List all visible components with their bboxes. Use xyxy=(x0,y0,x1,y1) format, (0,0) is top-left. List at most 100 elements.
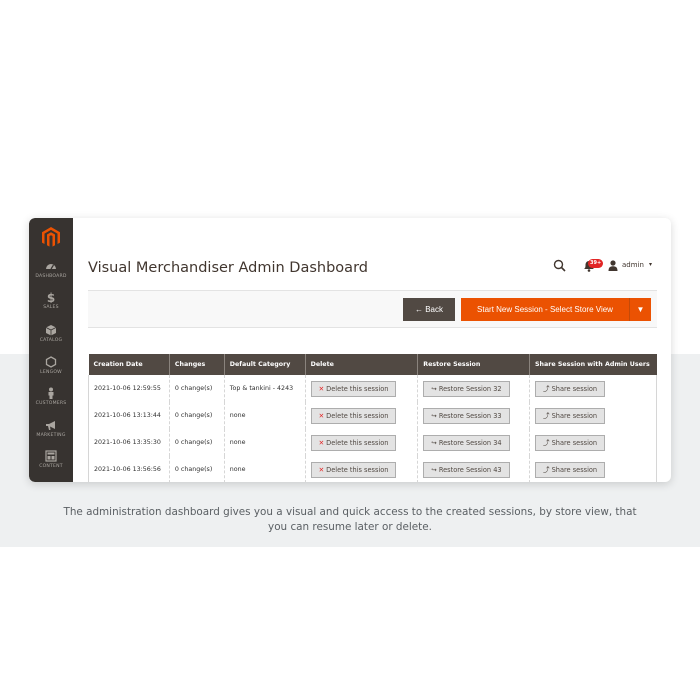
restore-session-button[interactable]: ↪ Restore Session 34 xyxy=(423,434,510,451)
default-category-cell: none xyxy=(223,456,306,482)
user-name: admin xyxy=(622,261,644,269)
delete-session-label: Delete this session xyxy=(326,384,389,393)
restore-session-button[interactable]: ↪ Restore Session 33 xyxy=(423,407,510,424)
start-new-session-label: Start New Session - Select Store View xyxy=(477,305,613,314)
share-cell: ⤴ Share session xyxy=(528,456,658,482)
delete-session-button[interactable]: ✕ Delete this session xyxy=(310,380,397,397)
sidebar-item-label: DASHBOARD xyxy=(35,274,67,279)
share-cell: ⤴ Share session xyxy=(528,375,658,402)
delete-session-button[interactable]: ✕ Delete this session xyxy=(310,461,397,478)
admin-screenshot-card: DASHBOARD $ SALES CATALOG LENGOW CUSTOME… xyxy=(29,218,671,482)
sidebar-item-lengow[interactable]: LENGOW xyxy=(29,356,73,375)
notification-count-badge: 39+ xyxy=(588,259,604,268)
user-icon xyxy=(608,260,618,271)
restore-arrow-icon: ↪ xyxy=(431,384,437,393)
share-session-label: Share session xyxy=(551,411,598,420)
box-icon xyxy=(45,324,57,336)
delete-x-icon: ✕ xyxy=(318,384,325,393)
page-caption: The administration dashboard gives you a… xyxy=(63,506,637,533)
restore-cell: ↪ Restore Session 34 xyxy=(417,429,530,456)
restore-arrow-icon: ↪ xyxy=(431,438,437,447)
sidebar-item-label: CUSTOMERS xyxy=(35,401,67,406)
column-header[interactable]: Restore Session xyxy=(417,354,530,375)
share-session-button[interactable]: ⤴ Share session xyxy=(534,380,606,397)
sidebar-item-sales[interactable]: $ SALES xyxy=(29,291,73,310)
sidebar-item-dashboard[interactable]: DASHBOARD xyxy=(29,260,73,279)
sidebar-item-content[interactable]: CONTENT xyxy=(29,450,73,469)
sidebar: DASHBOARD $ SALES CATALOG LENGOW CUSTOME… xyxy=(29,218,73,482)
start-new-session-button[interactable]: Start New Session - Select Store View ▼ xyxy=(461,298,651,321)
table-header-row: Creation Date Changes Default Category D… xyxy=(88,354,657,375)
table-row: 2021-10-06 13:13:44 0 change(s) none ✕ De… xyxy=(88,402,658,429)
share-arrow-icon: ⤴ xyxy=(542,438,550,447)
restore-arrow-icon: ↪ xyxy=(431,465,437,474)
restore-arrow-icon: ↪ xyxy=(431,411,437,420)
table-row: 2021-10-06 12:59:55 0 change(s) Top & ta… xyxy=(88,375,658,402)
sidebar-item-label: MARKETING xyxy=(36,433,66,438)
sidebar-item-label: LENGOW xyxy=(40,370,62,375)
changes-cell: 0 change(s) xyxy=(168,456,225,482)
restore-session-button[interactable]: ↪ Restore Session 32 xyxy=(423,380,510,397)
restore-session-label: Restore Session 43 xyxy=(438,465,502,474)
sidebar-item-label: CATALOG xyxy=(39,338,63,343)
restore-session-button[interactable]: ↪ Restore Session 43 xyxy=(423,461,510,478)
sidebar-item-customers[interactable]: CUSTOMERS xyxy=(29,387,73,406)
default-category-cell: Top & tankini - 4243 xyxy=(223,375,306,402)
creation-date-cell: 2021-10-06 13:35:30 xyxy=(88,429,170,456)
dollar-icon: $ xyxy=(45,291,57,303)
layout-icon xyxy=(45,450,57,462)
dashboard-icon xyxy=(45,260,57,272)
column-header[interactable]: Creation Date xyxy=(88,354,170,375)
back-button[interactable]: ← Back xyxy=(403,298,455,321)
share-arrow-icon: ⤴ xyxy=(542,384,550,393)
creation-date-cell: 2021-10-06 12:59:55 xyxy=(88,375,170,402)
delete-cell: ✕ Delete this session xyxy=(304,402,418,429)
changes-cell: 0 change(s) xyxy=(168,375,225,402)
delete-x-icon: ✕ xyxy=(318,411,325,420)
column-header[interactable]: Delete xyxy=(305,354,419,375)
sidebar-item-marketing[interactable]: MARKETING xyxy=(29,419,73,438)
arrow-left-icon: ← xyxy=(414,305,426,314)
sidebar-item-catalog[interactable]: CATALOG xyxy=(29,324,73,343)
column-header[interactable]: Changes xyxy=(169,354,225,375)
changes-cell: 0 change(s) xyxy=(168,429,225,456)
share-cell: ⤴ Share session xyxy=(528,402,658,429)
table-row: 2021-10-06 13:56:56 0 change(s) none ✕ De… xyxy=(88,456,658,482)
restore-session-label: Restore Session 32 xyxy=(438,384,502,393)
default-category-cell: none xyxy=(223,429,306,456)
svg-text:$: $ xyxy=(47,291,55,303)
megaphone-icon xyxy=(45,419,57,431)
delete-cell: ✕ Delete this session xyxy=(304,429,418,456)
delete-session-label: Delete this session xyxy=(326,411,389,420)
sidebar-item-label: CONTENT xyxy=(39,464,63,469)
restore-session-label: Restore Session 33 xyxy=(438,411,502,420)
caret-down-icon: ▾ xyxy=(649,261,653,268)
share-arrow-icon: ⤴ xyxy=(542,465,550,474)
column-header[interactable]: Share Session with Admin Users xyxy=(529,354,657,375)
table-row: 2021-10-06 13:35:30 0 change(s) none ✕ De… xyxy=(88,429,658,456)
share-session-label: Share session xyxy=(551,384,598,393)
delete-session-button[interactable]: ✕ Delete this session xyxy=(310,434,397,451)
delete-session-label: Delete this session xyxy=(326,438,389,447)
share-session-button[interactable]: ⤴ Share session xyxy=(534,461,606,478)
hexagon-icon xyxy=(45,356,57,368)
delete-session-label: Delete this session xyxy=(326,465,389,474)
caret-down-icon: ▼ xyxy=(636,305,645,314)
default-category-cell: none xyxy=(223,402,306,429)
share-session-button[interactable]: ⤴ Share session xyxy=(534,434,606,451)
delete-cell: ✕ Delete this session xyxy=(304,375,418,402)
delete-x-icon: ✕ xyxy=(318,465,325,474)
magento-logo-icon xyxy=(42,227,60,247)
creation-date-cell: 2021-10-06 13:56:56 xyxy=(88,456,170,482)
search-icon[interactable] xyxy=(553,259,566,272)
user-menu[interactable]: admin ▾ xyxy=(608,260,671,272)
restore-cell: ↪ Restore Session 32 xyxy=(417,375,530,402)
column-header[interactable]: Default Category xyxy=(224,354,306,375)
creation-date-cell: 2021-10-06 13:13:44 xyxy=(88,402,170,429)
restore-session-label: Restore Session 34 xyxy=(438,438,502,447)
delete-session-button[interactable]: ✕ Delete this session xyxy=(310,407,397,424)
store-view-dropdown-toggle[interactable]: ▼ xyxy=(629,298,651,321)
share-session-label: Share session xyxy=(551,438,598,447)
share-session-button[interactable]: ⤴ Share session xyxy=(534,407,606,424)
delete-cell: ✕ Delete this session xyxy=(304,456,418,482)
